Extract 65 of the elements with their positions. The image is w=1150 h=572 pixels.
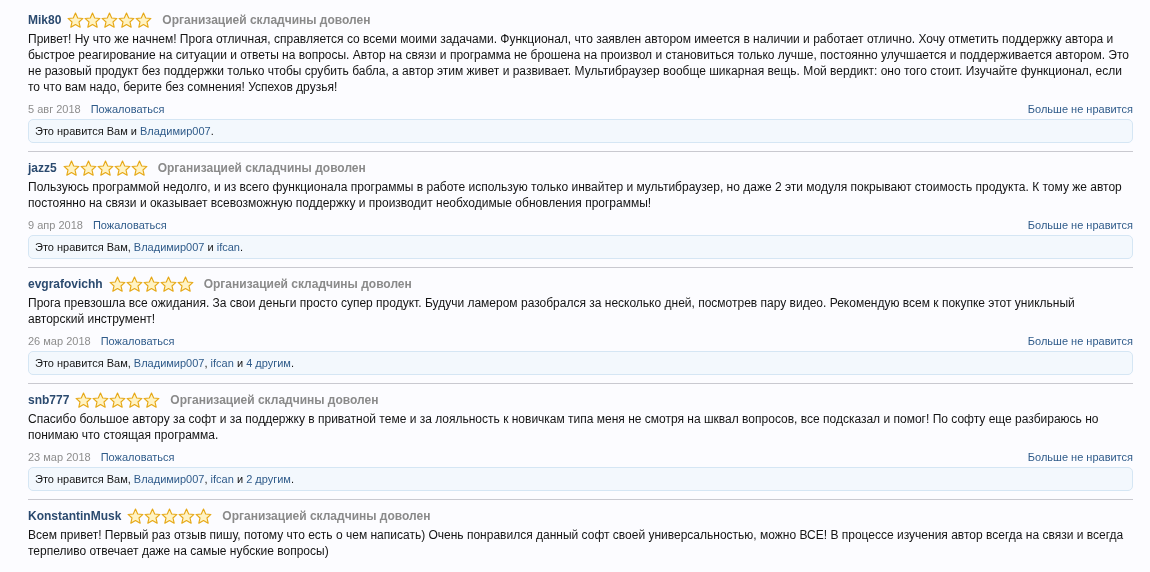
review-text: Прога превзошла все ожидания. За свои деньги просто супер продукт. Будучи ламером разобрался за несколько дней, посмотрев пару видео. Рекомендую всем к покупке этот уникльный авторский инструмент! <box>28 295 1076 327</box>
star-icon <box>143 391 161 409</box>
user-link[interactable]: ifcan <box>210 356 234 369</box>
star-icon <box>62 159 80 177</box>
star-icon <box>144 507 162 525</box>
star-icon <box>67 11 85 29</box>
report-link[interactable]: Пожаловаться <box>100 448 175 466</box>
star-icon <box>176 275 194 293</box>
review-text: Спасибо большое автору за софт и за поддержку в приватной теме и за лояльность к новичкам типа меня не смотря на шквал вопросов, все подсказал и помог! По софту еще разбираюсь но понимаю что стоящая программа. <box>28 411 1100 443</box>
review-text: Привет! Ну что же начнем! Прога отличная, справляется со всеми моими задачами. Функционал, что заявлен автором имеется в наличии и работает отлично. Хочу отметить поддержку автора и быстрое реагирование на ситуации и ответы на вопросы. Автор на связи и программа не брошена на произвол и становиться только лучше, постоянно улучшается и поддерживается автором. Это не разовый продукт без поддержки только чтобы срубить бабла, а автор этим живет и развивает. Мультибраузер вообще шикарная вещь. Мой вердикт: оно того стоит. Изучайте функционал, если то что вам надо, берите без сомнения! Успехов друзья! <box>28 31 1130 95</box>
star-icon <box>142 275 160 293</box>
star-icon <box>195 507 213 525</box>
star-icon <box>126 391 144 409</box>
unlike-link[interactable]: Больше не нравится <box>1027 216 1133 234</box>
report-link[interactable]: Пожаловаться <box>92 216 167 234</box>
likes-text: Это нравится Вам и Владимир007. <box>35 123 214 139</box>
star-icon <box>109 391 127 409</box>
star-icon <box>84 11 102 29</box>
star-icon <box>113 159 131 177</box>
user-link[interactable]: 2 другим <box>246 472 291 485</box>
user-link[interactable]: ifcan <box>216 240 240 253</box>
star-icon <box>178 507 196 525</box>
unlike-link[interactable]: Больше не нравится <box>1027 332 1133 350</box>
star-icon <box>101 11 119 29</box>
author-link[interactable]: evgrafovichh <box>28 275 103 293</box>
user-link[interactable]: Владимир007 <box>133 356 205 369</box>
user-link[interactable]: Владимир007 <box>133 472 205 485</box>
star-icon <box>118 11 136 29</box>
rating-label: Организацией складчины доволен <box>157 160 366 177</box>
report-link[interactable]: Пожаловаться <box>100 332 175 350</box>
user-link[interactable]: Владимир007 <box>140 124 211 137</box>
author-link[interactable]: snb777 <box>28 391 70 409</box>
review-date: 23 мар 2018 <box>28 449 91 465</box>
unlike-link[interactable]: Больше не нравится <box>1027 448 1133 466</box>
star-icon <box>96 159 114 177</box>
author-link[interactable]: jazz5 <box>28 159 57 177</box>
rating-label: Организацией складчины доволен <box>170 392 379 409</box>
rating-label: Организацией складчины доволен <box>203 276 412 293</box>
review-text: Пользуюсь программой недолго, и из всего функционала программы в работе использую только инвайтер и мультибраузер, но даже 2 эти модуля покрывают стоимость продукта. К тому же автор постоянно на связи и оказывает всевозможную поддержку и производит необходимые обновления программы! <box>28 179 1123 211</box>
star-icon <box>125 275 143 293</box>
review-date: 26 мар 2018 <box>28 333 91 349</box>
star-icon <box>108 275 126 293</box>
unlike-link[interactable]: Больше не нравится <box>1027 100 1133 118</box>
star-icon <box>79 159 97 177</box>
review-text: Всем привет! Первый раз отзыв пишу, потому что есть о чем написать) Очень понравился данный софт своей универсальностью, можно ВСЕ! В процессе изучения автор всегда на связи и всегда терпеливо отвечает даже на самые нубские вопросы) <box>28 527 1125 559</box>
star-icon <box>159 275 177 293</box>
review-date: 5 авг 2018 <box>28 101 81 117</box>
star-icon <box>161 507 179 525</box>
author-link[interactable]: KonstantinMusk <box>28 507 122 525</box>
likes-text: Это нравится Вам, Владимир007, ifcan и 2 другим. <box>35 471 294 487</box>
report-link[interactable]: Пожаловаться <box>90 100 165 118</box>
star-icon <box>92 391 110 409</box>
rating-label: Организацией складчины доволен <box>162 12 371 29</box>
rating-label: Организацией складчины доволен <box>222 508 431 525</box>
review-date: 9 апр 2018 <box>28 217 83 233</box>
star-icon <box>75 391 93 409</box>
likes-text: Это нравится Вам, Владимир007 и ifcan. <box>35 239 244 255</box>
likes-text: Это нравится Вам, Владимир007, ifcan и 4 другим. <box>35 355 294 371</box>
user-link[interactable]: 4 другим <box>246 356 291 369</box>
user-link[interactable]: ifcan <box>210 472 234 485</box>
star-icon <box>127 507 145 525</box>
star-icon <box>135 11 153 29</box>
star-icon <box>130 159 148 177</box>
author-link[interactable]: Mik80 <box>28 11 62 29</box>
user-link[interactable]: Владимир007 <box>133 240 205 253</box>
